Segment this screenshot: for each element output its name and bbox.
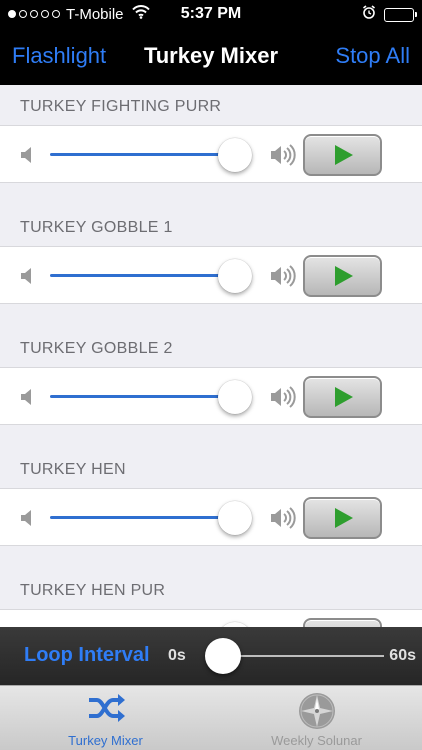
tab-weekly-solunar[interactable]: Weekly Solunar xyxy=(211,686,422,750)
volume-slider-track[interactable] xyxy=(50,395,235,398)
volume-slider-thumb[interactable] xyxy=(218,259,252,293)
volume-slider-thumb[interactable] xyxy=(218,501,252,535)
tab-turkey-mixer[interactable]: Turkey Mixer xyxy=(0,686,211,750)
sound-row xyxy=(0,609,422,627)
shuffle-icon xyxy=(86,691,126,730)
sound-list[interactable]: TURKEY FIGHTING PURR TURKEY GOBBLE 1 TUR… xyxy=(0,85,422,627)
volume-low-icon xyxy=(20,146,34,169)
play-icon xyxy=(334,266,353,286)
volume-low-icon xyxy=(20,388,34,411)
compass-icon xyxy=(297,691,337,736)
loop-interval-max-label: 60s xyxy=(389,647,416,664)
volume-high-icon xyxy=(270,506,298,535)
sound-row xyxy=(0,367,422,425)
play-button[interactable] xyxy=(303,255,382,297)
play-icon xyxy=(334,387,353,407)
alarm-icon xyxy=(362,5,376,24)
volume-slider-track[interactable] xyxy=(50,153,235,156)
sound-row xyxy=(0,125,422,183)
play-button[interactable] xyxy=(303,134,382,176)
volume-high-icon xyxy=(270,264,298,293)
sound-section-header: TURKEY GOBBLE 2 xyxy=(20,340,173,357)
volume-slider-thumb[interactable] xyxy=(218,138,252,172)
volume-slider-track[interactable] xyxy=(50,274,235,277)
play-button[interactable] xyxy=(303,618,382,627)
volume-slider-thumb[interactable] xyxy=(218,380,252,414)
volume-high-icon xyxy=(270,143,298,172)
loop-interval-label: Loop Interval xyxy=(24,644,150,666)
battery-icon xyxy=(384,7,417,22)
stop-all-button[interactable]: Stop All xyxy=(335,43,410,69)
navigation-bar: Flashlight Turkey Mixer Stop All xyxy=(0,30,422,85)
status-time: 5:37 PM xyxy=(180,5,242,22)
volume-low-icon xyxy=(20,267,34,290)
play-button[interactable] xyxy=(303,497,382,539)
volume-low-icon xyxy=(20,509,34,532)
status-right xyxy=(362,5,417,24)
loop-interval-min-label: 0s xyxy=(168,647,186,664)
volume-high-icon xyxy=(270,385,298,414)
sound-section-header: TURKEY FIGHTING PURR xyxy=(20,98,222,115)
tab-label: Turkey Mixer xyxy=(68,733,143,748)
play-icon xyxy=(334,145,353,165)
tab-label: Weekly Solunar xyxy=(271,733,362,748)
sound-section-header: TURKEY HEN xyxy=(20,461,126,478)
sound-row xyxy=(0,246,422,304)
loop-interval-bar: Loop Interval 0s 60s xyxy=(0,627,422,685)
sound-section-header: TURKEY GOBBLE 1 xyxy=(20,219,173,236)
sound-section-header: TURKEY HEN PUR xyxy=(20,582,166,599)
tab-bar: Turkey Mixer Weekly Solunar xyxy=(0,685,422,750)
play-icon xyxy=(334,508,353,528)
sound-row xyxy=(0,488,422,546)
loop-interval-slider-track[interactable] xyxy=(222,655,384,657)
status-bar: T-Mobile 5:37 PM xyxy=(0,0,422,30)
loop-interval-slider-thumb[interactable] xyxy=(205,638,241,674)
play-button[interactable] xyxy=(303,376,382,418)
volume-slider-track[interactable] xyxy=(50,516,235,519)
